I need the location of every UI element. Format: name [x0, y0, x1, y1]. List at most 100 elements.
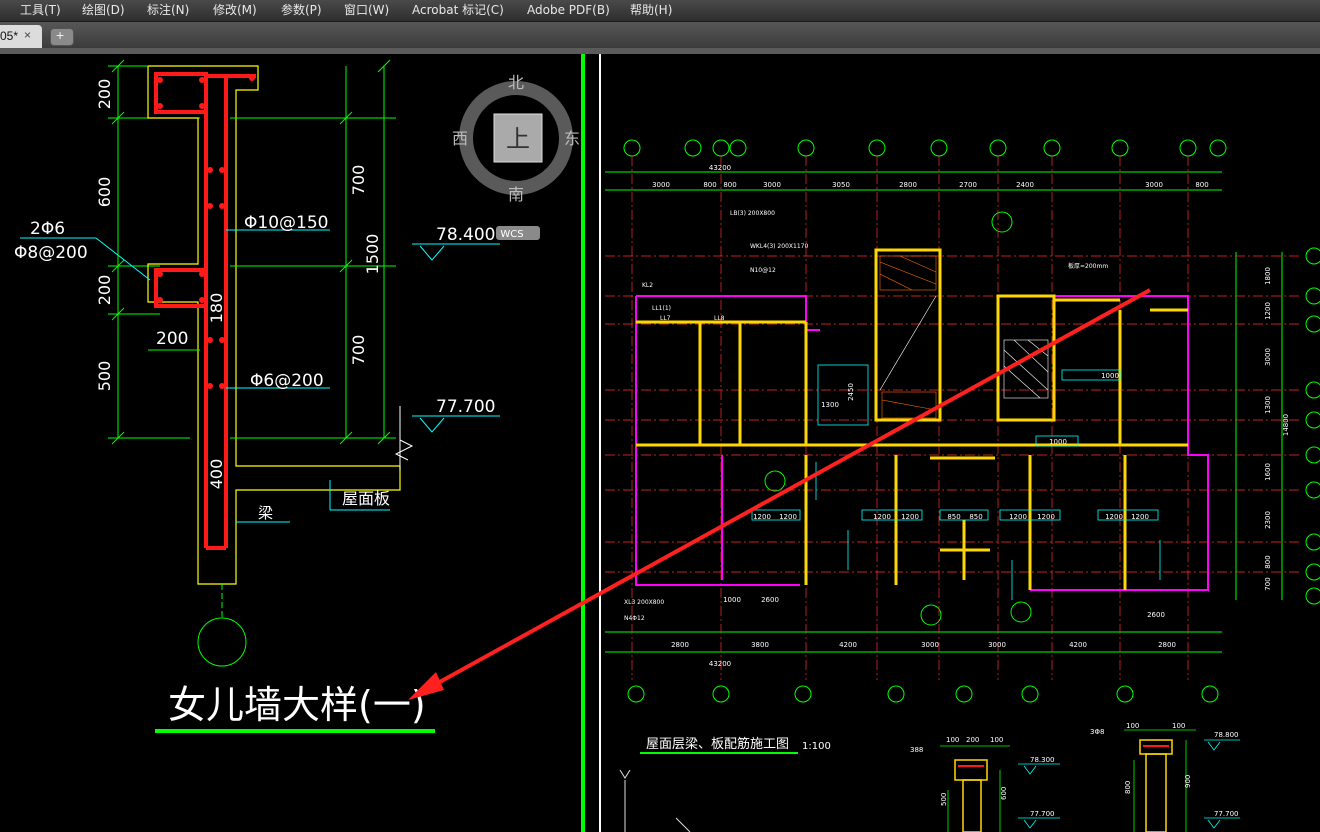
menu-params[interactable]: 参数(P)	[281, 2, 322, 18]
ucs-icon	[619, 769, 691, 832]
small-dim-9: 900	[1184, 775, 1192, 788]
dim-700-upper: 700	[349, 165, 368, 196]
inner-dim-13: 1000	[723, 596, 741, 604]
inner-dim-1: 1000	[1101, 372, 1119, 380]
detail-title: 女儿墙大样(一)	[168, 683, 426, 727]
plan-right-dim-6: 2300	[1264, 511, 1272, 529]
plan-right-dim-7: 800	[1264, 555, 1272, 568]
inner-dim-17: 2450	[847, 383, 855, 401]
plan-right-dim-1: 1800	[1264, 267, 1272, 285]
beam-label: 梁	[258, 504, 273, 522]
beam-label-ll7: LL7	[660, 315, 671, 322]
plan-bottom-dim-7: 2800	[1158, 641, 1176, 649]
plus-icon: +	[56, 27, 65, 43]
elevation-78400: 78.400	[436, 225, 495, 245]
inner-dim-8: 850	[969, 513, 982, 521]
plan-top-dim-5: 3050	[832, 181, 850, 189]
small-elev-3: 78.800	[1214, 731, 1239, 739]
plan-bottom-total: 43200	[709, 660, 731, 668]
small-dim-7: 100	[1172, 722, 1185, 730]
drawing-canvas[interactable]: 200 600 200 500 700 1500 700 2Φ6 Φ8@200 …	[0, 54, 1320, 832]
menu-dimension[interactable]: 标注(N)	[147, 2, 189, 18]
menu-adobe-pdf[interactable]: Adobe PDF(B)	[527, 2, 610, 18]
inner-dim-2: 1000	[1049, 438, 1067, 446]
menu-modify[interactable]: 修改(M)	[213, 2, 257, 18]
inner-dim-10: 1200	[1037, 513, 1055, 521]
plan-top-dim-9: 3000	[1145, 181, 1163, 189]
inner-dim-4: 1200	[779, 513, 797, 521]
inner-dim-3: 1200	[753, 513, 771, 521]
inner-dim-15: 2600	[1147, 611, 1165, 619]
rebar-label-phi10-150: Φ10@150	[244, 213, 328, 233]
beam-label-n4: N4Φ12	[624, 615, 645, 622]
small-dim-1: 100	[946, 736, 959, 744]
rebar-label-2phi6: 2Φ6	[30, 219, 65, 239]
inner-dim-7: 850	[947, 513, 960, 521]
file-tab-label: 05*	[0, 29, 19, 43]
inner-dim-14: 2600	[761, 596, 779, 604]
inner-dim-5: 1200	[873, 513, 891, 521]
dim-1500: 1500	[363, 234, 382, 275]
view-cube[interactable]: 上 北 南 东 西 WCS	[452, 73, 580, 240]
small-dim-8: 800	[1124, 781, 1132, 794]
menu-draw[interactable]: 绘图(D)	[82, 2, 125, 18]
wcs-label: WCS	[500, 229, 523, 240]
menu-window[interactable]: 窗口(W)	[344, 2, 389, 18]
plan-top-dim-3: 800	[723, 181, 736, 189]
plan-bottom-dim-3: 4200	[839, 641, 857, 649]
small-dim-4: 500	[940, 793, 948, 806]
dim-600: 600	[95, 177, 114, 208]
small-elev-2: 77.700	[1030, 810, 1055, 818]
elevation-77700: 77.700	[436, 397, 495, 417]
inner-dim-11: 1200	[1105, 513, 1123, 521]
plan-top-dim-6: 2800	[899, 181, 917, 189]
plan-scale: 1:100	[802, 741, 831, 752]
beam-label-ll1: LL1(1)	[652, 305, 671, 312]
plan-right-dim-2: 1200	[1264, 302, 1272, 320]
beam-label-ll8: LL8	[714, 315, 725, 322]
beam-label-xl3: XL3 200X800	[624, 599, 664, 606]
small-dim-3: 100	[990, 736, 1003, 744]
compass-north[interactable]: 北	[508, 73, 524, 92]
plan-bottom-dim-2: 3800	[751, 641, 769, 649]
menu-acrobat[interactable]: Acrobat 标记(C)	[412, 2, 504, 18]
roof-plan: 3000 800 800 3000 3050 2800 2700 2400 30…	[605, 139, 1320, 832]
plan-bottom-dim-6: 4200	[1069, 641, 1087, 649]
small-dim-5: 600	[1000, 787, 1008, 800]
small-elev-4: 77.700	[1214, 810, 1239, 818]
small-dim-6: 100	[1126, 722, 1139, 730]
file-tab[interactable]: 05* ×	[0, 25, 42, 48]
small-dim-10: 388	[910, 746, 923, 754]
dim-200-top: 200	[95, 79, 114, 110]
compass-east[interactable]: 东	[564, 129, 580, 148]
plan-title: 屋面层梁、板配筋施工图	[646, 736, 789, 752]
inner-dim-9: 1200	[1009, 513, 1027, 521]
plan-top-dim-7: 2700	[959, 181, 977, 189]
menu-help[interactable]: 帮助(H)	[630, 2, 672, 18]
file-tab-bar: 05* × +	[0, 22, 1320, 48]
plan-top-dim-8: 2400	[1016, 181, 1034, 189]
plan-bottom-dim-1: 2800	[671, 641, 689, 649]
plan-top-total: 43200	[709, 164, 731, 172]
beam-label-lb3: LB(3) 200X800	[730, 210, 775, 217]
roof-slab-label: 屋面板	[342, 489, 390, 508]
new-tab-button[interactable]: +	[50, 27, 74, 46]
plan-right-dim-3: 3000	[1264, 348, 1272, 366]
annotation-arrow	[408, 288, 1151, 700]
view-cube-top: 上	[506, 125, 530, 153]
small-elev-1: 78.300	[1030, 756, 1055, 764]
dim-700-lower: 700	[349, 335, 368, 366]
plan-top-dim-1: 3000	[652, 181, 670, 189]
plan-right-dim-4: 1300	[1264, 396, 1272, 414]
plan-right-dim-8: 700	[1264, 577, 1272, 590]
parapet-detail: 200 600 200 500 700 1500 700 2Φ6 Φ8@200 …	[14, 59, 500, 733]
menu-tools[interactable]: 工具(T)	[20, 2, 61, 18]
inner-dim-16: 1300	[821, 401, 839, 409]
inner-dim-6: 1200	[901, 513, 919, 521]
plan-right-dim-5: 1600	[1264, 463, 1272, 481]
compass-south[interactable]: 南	[508, 185, 524, 204]
inner-dim-12: 1200	[1131, 513, 1149, 521]
compass-west[interactable]: 西	[452, 129, 468, 148]
close-icon[interactable]: ×	[24, 28, 31, 42]
beam-label-n10: N10@12	[750, 267, 776, 274]
